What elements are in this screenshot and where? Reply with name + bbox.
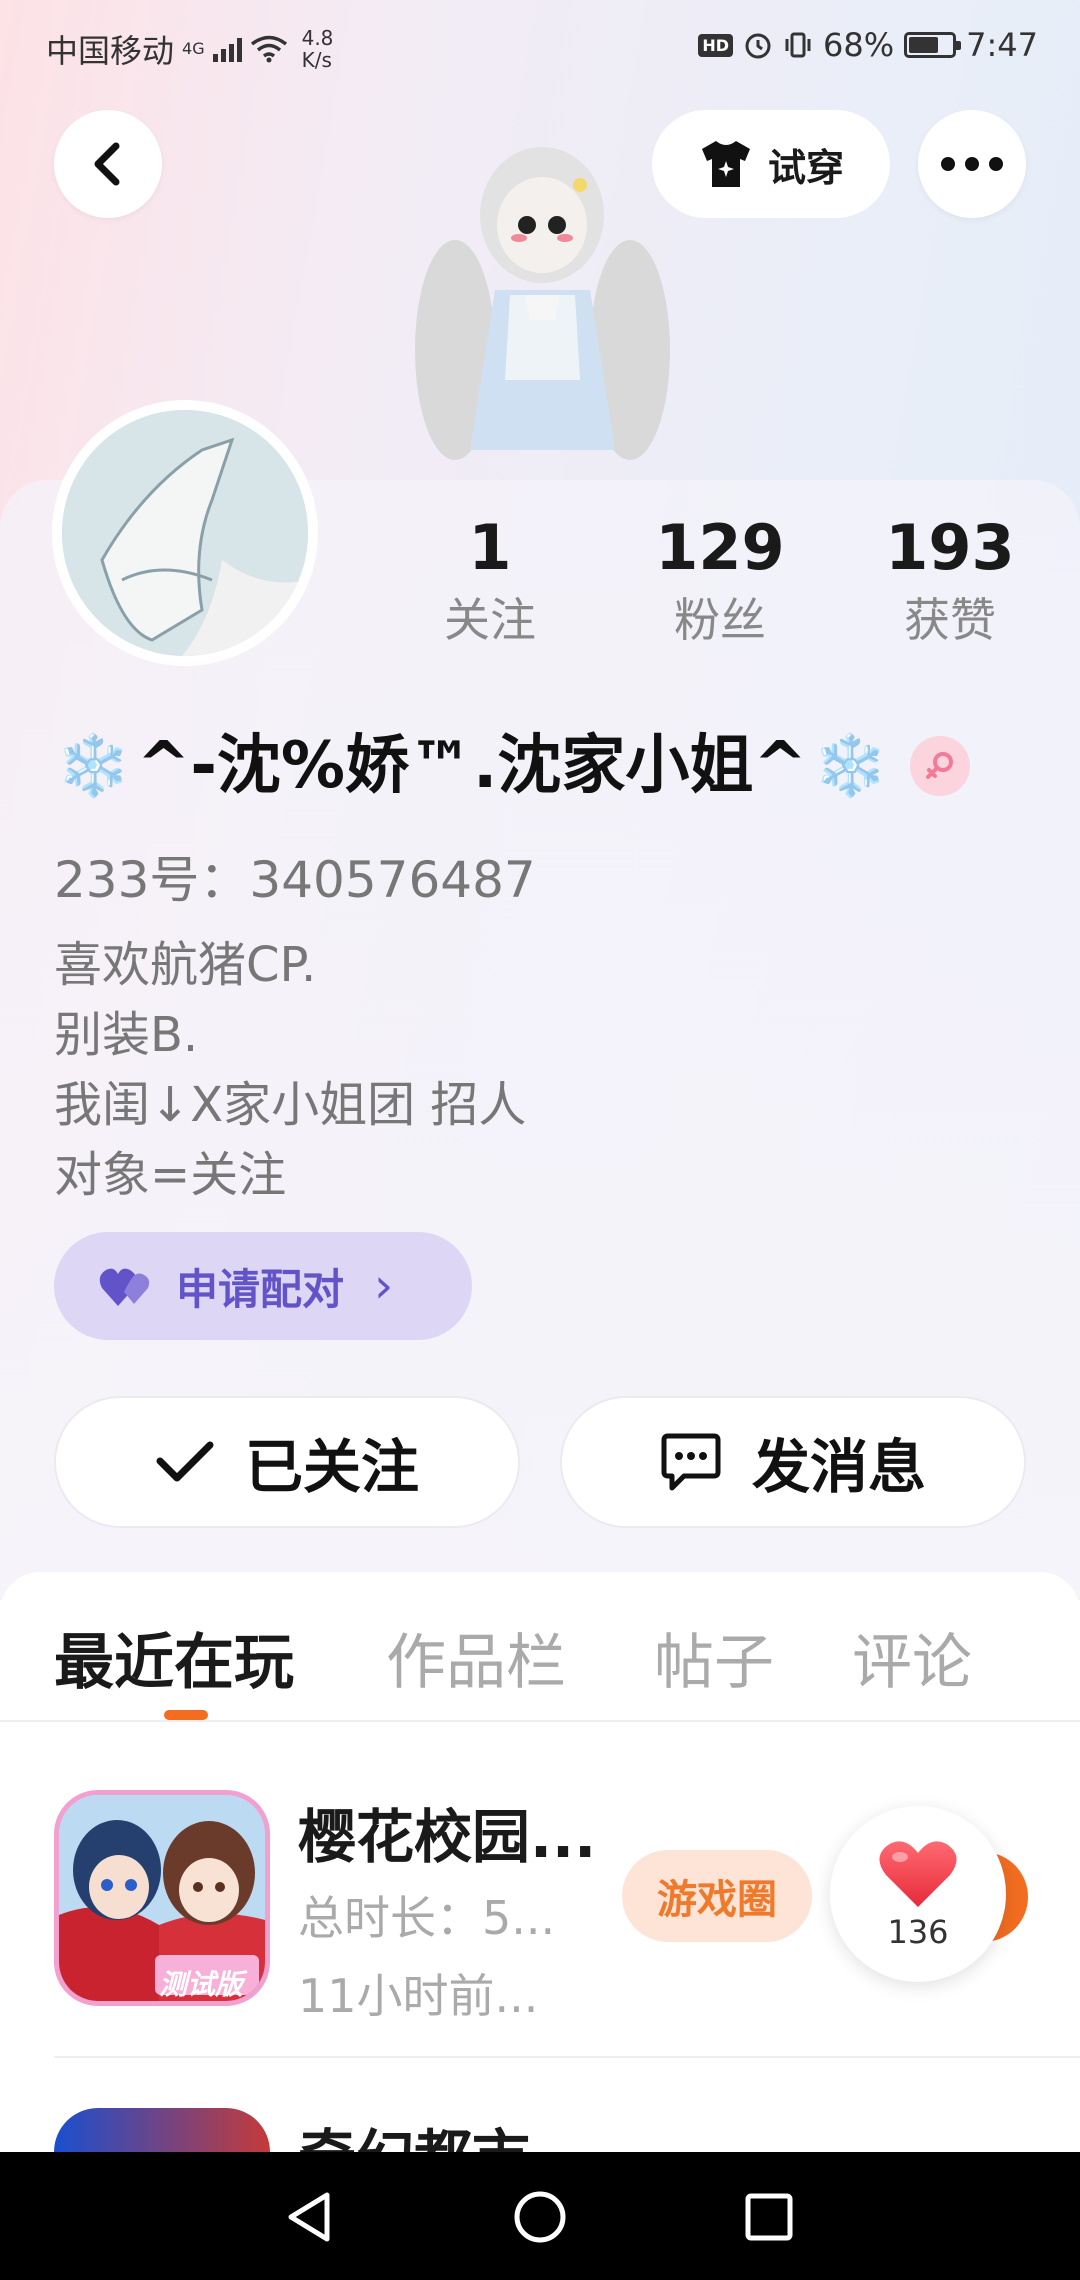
followers-count: 129 xyxy=(655,511,785,584)
clock: 7:47 xyxy=(966,26,1038,64)
battery-fill xyxy=(909,37,939,53)
profile-name-row: ❄️ ^-沈%娇™.沈家小姐^ ❄️ xyxy=(56,726,970,806)
following-count: 1 xyxy=(468,511,512,584)
like-count: 136 xyxy=(887,1913,949,1951)
apply-pair-button[interactable]: 申请配对 › xyxy=(54,1232,472,1340)
user-id: 233号：340576487 xyxy=(54,851,536,909)
game-title: 奇幻都市 xyxy=(298,2110,530,2152)
more-button[interactable] xyxy=(918,110,1026,218)
bio-line: 对象=关注 xyxy=(54,1147,287,1203)
status-bar: 中国移动 4G 4.8 K/s HD 68% 7:47 xyxy=(0,0,1080,90)
vibrate-icon xyxy=(785,32,811,58)
bio-line: 别装B. xyxy=(54,1007,199,1063)
net-speed-unit: K/s xyxy=(301,48,332,72)
send-message-button[interactable]: 发消息 xyxy=(560,1396,1026,1528)
signal-icon xyxy=(212,36,242,62)
bio-line: 我闺↓X家小姐团 招人 xyxy=(54,1077,527,1133)
snowflake-icon: ❄️ xyxy=(812,731,888,801)
battery-percent: 68% xyxy=(823,26,895,64)
wifi-icon xyxy=(250,35,287,63)
likes-stat[interactable]: 193 获赞 xyxy=(860,508,1040,650)
followed-label: 已关注 xyxy=(244,1433,419,1501)
circle-home-icon xyxy=(514,2191,566,2243)
tab-divider xyxy=(0,1720,1080,1722)
battery-icon xyxy=(904,32,962,58)
tab-posts[interactable]: 帖子 xyxy=(654,1614,774,1701)
following-stat[interactable]: 1 关注 xyxy=(400,508,580,650)
game-list-item[interactable]: 奇幻都市 xyxy=(0,2100,1080,2152)
double-heart-icon xyxy=(99,1268,150,1306)
likes-label: 获赞 xyxy=(904,593,996,647)
active-tab-indicator xyxy=(164,1710,208,1720)
game-circle-button[interactable]: 游戏圈 xyxy=(622,1850,812,1942)
game-icon[interactable]: 测试版 xyxy=(54,1790,270,2006)
nav-recents-button[interactable] xyxy=(734,2182,804,2252)
followed-button[interactable]: 已关注 xyxy=(54,1396,520,1528)
nav-home-button[interactable] xyxy=(505,2182,575,2252)
checkmark-icon xyxy=(156,1441,214,1482)
test-version-badge: 测试版 xyxy=(159,1968,244,2001)
tab-recently-played[interactable]: 最近在玩 xyxy=(54,1614,294,1701)
heart-icon xyxy=(879,1841,957,1907)
status-right: HD 68% 7:47 xyxy=(698,26,1038,64)
back-button[interactable] xyxy=(54,110,162,218)
chat-bubble-icon xyxy=(661,1433,721,1491)
female-gender-icon xyxy=(909,736,970,796)
nav-back-button[interactable] xyxy=(274,2182,344,2252)
following-label: 关注 xyxy=(444,593,536,647)
profile-name: ^-沈%娇™.沈家小姐^ xyxy=(136,729,807,803)
hd-icon: HD xyxy=(698,33,734,57)
chevron-right-icon: › xyxy=(374,1258,394,1314)
game-list-item[interactable]: 测试版 樱花校园... 总时长：5... 11小时前... 游戏圈 136 xyxy=(0,1770,1080,2023)
chevron-left-icon xyxy=(94,142,120,186)
alarm-icon xyxy=(745,33,771,59)
avatar-character-image xyxy=(415,147,670,460)
floating-like-button[interactable]: 136 xyxy=(830,1806,1006,1982)
try-on-label: 试穿 xyxy=(767,145,844,190)
snowflake-icon: ❄️ xyxy=(56,731,131,801)
carrier-label: 中国移动 xyxy=(46,32,175,70)
status-left: 中国移动 4G 4.8 K/s xyxy=(46,26,333,72)
game-title: 樱花校园... xyxy=(298,1803,597,1871)
list-divider xyxy=(54,2056,1080,2058)
bio-line: 喜欢航猪CP. xyxy=(54,937,317,993)
apply-pair-label: 申请配对 xyxy=(176,1264,345,1314)
likes-count: 193 xyxy=(885,511,1015,584)
user-avatar[interactable] xyxy=(52,400,318,666)
net-speed-value: 4.8 xyxy=(301,26,334,50)
profile-tabs: 最近在玩 作品栏 帖子 评论 xyxy=(0,1600,1080,1720)
triangle-back-icon xyxy=(288,2192,330,2242)
game-total-duration: 总时长：5... xyxy=(298,1891,556,1945)
tab-works[interactable]: 作品栏 xyxy=(386,1614,566,1701)
game-icon[interactable] xyxy=(54,2108,270,2152)
followers-stat[interactable]: 129 粉丝 xyxy=(630,508,810,650)
system-navigation-bar xyxy=(0,2152,1080,2280)
tab-comments[interactable]: 评论 xyxy=(852,1614,972,1701)
net-speed: 4.8 K/s xyxy=(302,27,334,71)
square-recents-icon xyxy=(745,2193,793,2241)
followers-label: 粉丝 xyxy=(674,593,766,647)
more-dots-icon xyxy=(941,157,1003,171)
game-last-played: 11小时前... xyxy=(298,1969,539,2023)
send-message-label: 发消息 xyxy=(751,1433,926,1501)
avatar-image xyxy=(62,410,308,656)
network-type: 4G xyxy=(182,39,205,58)
profile-bio: 喜欢航猪CP. 别装B. 我闺↓X家小姐团 招人 对象=关注 xyxy=(54,930,526,1210)
